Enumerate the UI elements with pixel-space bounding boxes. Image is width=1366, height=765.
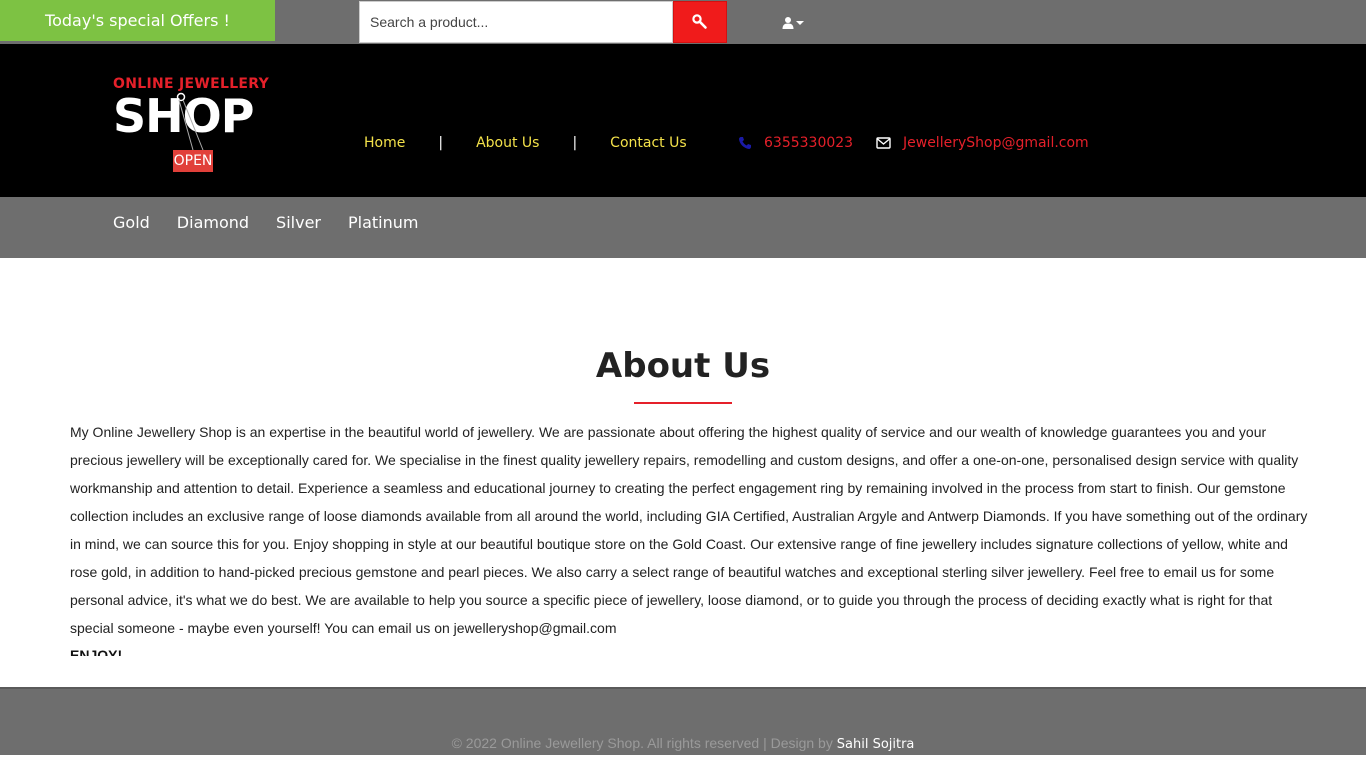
nav-separator: | xyxy=(438,135,444,151)
category-silver-link[interactable]: Silver xyxy=(276,213,321,232)
special-offers-banner[interactable]: Today's special Offers ! xyxy=(0,0,275,41)
phone-number: 6355330023 xyxy=(764,135,854,151)
nav-contact-link[interactable]: Contact Us xyxy=(610,135,686,151)
category-diamond-link[interactable]: Diamond xyxy=(177,213,249,232)
contact-phone[interactable]: 6355330023 xyxy=(738,133,853,153)
site-header: ONLINE JEWELLERY SHOP OPEN Home | About … xyxy=(0,44,1366,197)
special-offers-label: Today's special Offers ! xyxy=(45,11,230,30)
footer-copyright: © 2022 Online Jewellery Shop. All rights… xyxy=(0,735,1366,752)
page-title: About Us xyxy=(595,346,771,386)
site-logo[interactable]: ONLINE JEWELLERY SHOP OPEN xyxy=(113,76,273,176)
category-gold-link[interactable]: Gold xyxy=(113,213,150,232)
contact-email[interactable]: JewelleryShop@gmail.com xyxy=(876,133,1089,153)
search-input[interactable] xyxy=(359,1,673,43)
logo-open-sign: OPEN xyxy=(173,150,213,172)
designer-link[interactable]: Sahil Sojitra xyxy=(837,737,915,752)
search-icon xyxy=(692,14,707,29)
user-icon xyxy=(782,17,794,29)
envelope-icon xyxy=(876,137,891,149)
about-closing: ENJOY! xyxy=(70,647,123,656)
top-bar: Today's special Offers ! xyxy=(0,0,1366,44)
about-paragraph: My Online Jewellery Shop is an expertise… xyxy=(70,424,1308,636)
search-form xyxy=(359,1,727,43)
main-nav: Home | About Us | Contact Us xyxy=(364,133,687,153)
site-footer: © 2022 Online Jewellery Shop. All rights… xyxy=(0,687,1366,755)
category-bar: Gold Diamond Silver Platinum xyxy=(0,197,1366,258)
caret-down-icon xyxy=(796,21,804,25)
nav-about-link[interactable]: About Us xyxy=(476,135,539,151)
nav-separator: | xyxy=(572,135,578,151)
title-underline xyxy=(634,402,732,404)
about-content: My Online Jewellery Shop is an expertise… xyxy=(70,418,1310,656)
copyright-text: © 2022 Online Jewellery Shop. All rights… xyxy=(451,735,833,751)
email-address: JewelleryShop@gmail.com xyxy=(903,135,1089,151)
phone-icon xyxy=(738,136,752,150)
user-account-menu[interactable] xyxy=(782,13,808,33)
category-platinum-link[interactable]: Platinum xyxy=(348,213,418,232)
nav-home-link[interactable]: Home xyxy=(364,135,405,151)
category-nav: Gold Diamond Silver Platinum xyxy=(113,213,445,232)
search-button[interactable] xyxy=(673,1,727,43)
